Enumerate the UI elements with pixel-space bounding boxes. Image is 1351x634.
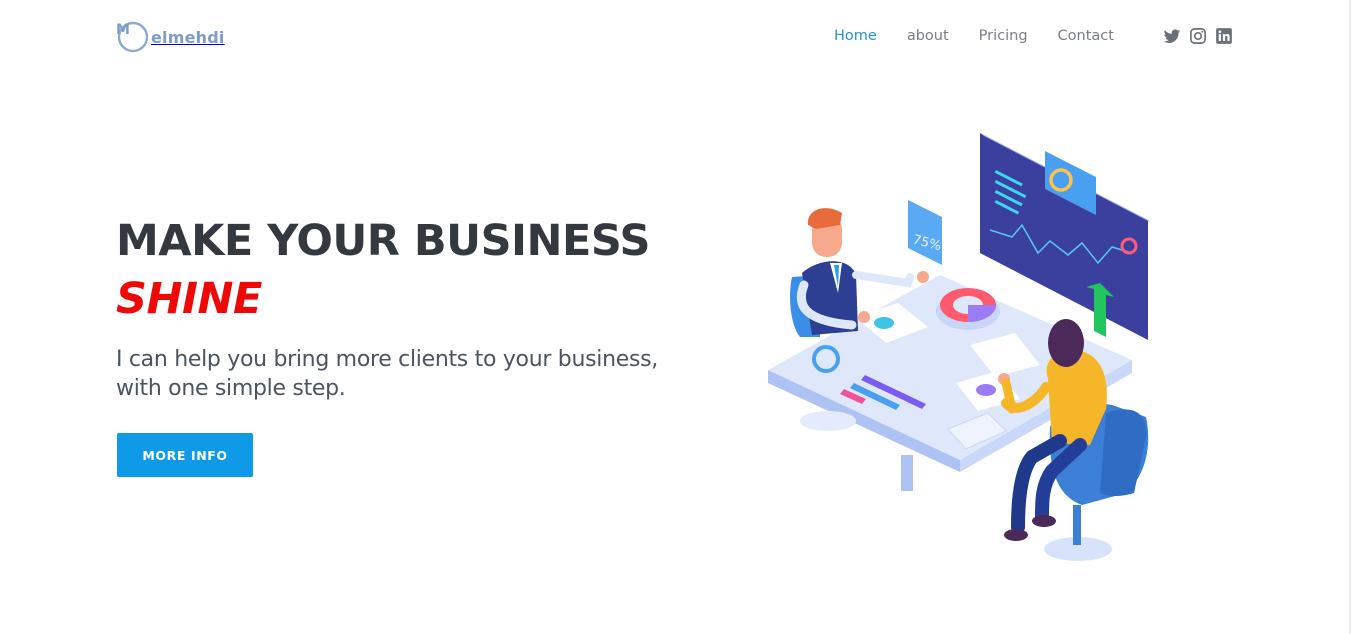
social-links	[1163, 27, 1241, 45]
logo-text: elmehdi	[151, 27, 225, 47]
hero-subtitle: I can help you bring more clients to you…	[116, 347, 658, 401]
hero-title-line: MAKE YOUR BUSINESS	[116, 216, 650, 266]
more-info-button[interactable]: MORE INFO	[117, 433, 253, 477]
instagram-icon[interactable]	[1189, 27, 1207, 45]
hero-title: MAKE YOUR BUSINESS SHINE	[116, 212, 650, 328]
logo-link[interactable]: M elmehdi	[116, 20, 225, 54]
twitter-icon[interactable]	[1163, 27, 1181, 45]
logo-mark-icon: M	[116, 21, 149, 53]
nav-home[interactable]: Home	[834, 28, 877, 44]
business-meeting-illustration: 75%	[760, 125, 1160, 565]
nav-pricing[interactable]: Pricing	[979, 28, 1028, 44]
main-nav: Home about Pricing Contact	[834, 26, 1144, 46]
nav-about[interactable]: about	[907, 28, 949, 44]
nav-contact[interactable]: Contact	[1058, 28, 1114, 44]
hero-title-highlight: SHINE	[116, 274, 262, 324]
svg-text:M: M	[116, 22, 130, 38]
linkedin-icon[interactable]	[1215, 27, 1233, 45]
